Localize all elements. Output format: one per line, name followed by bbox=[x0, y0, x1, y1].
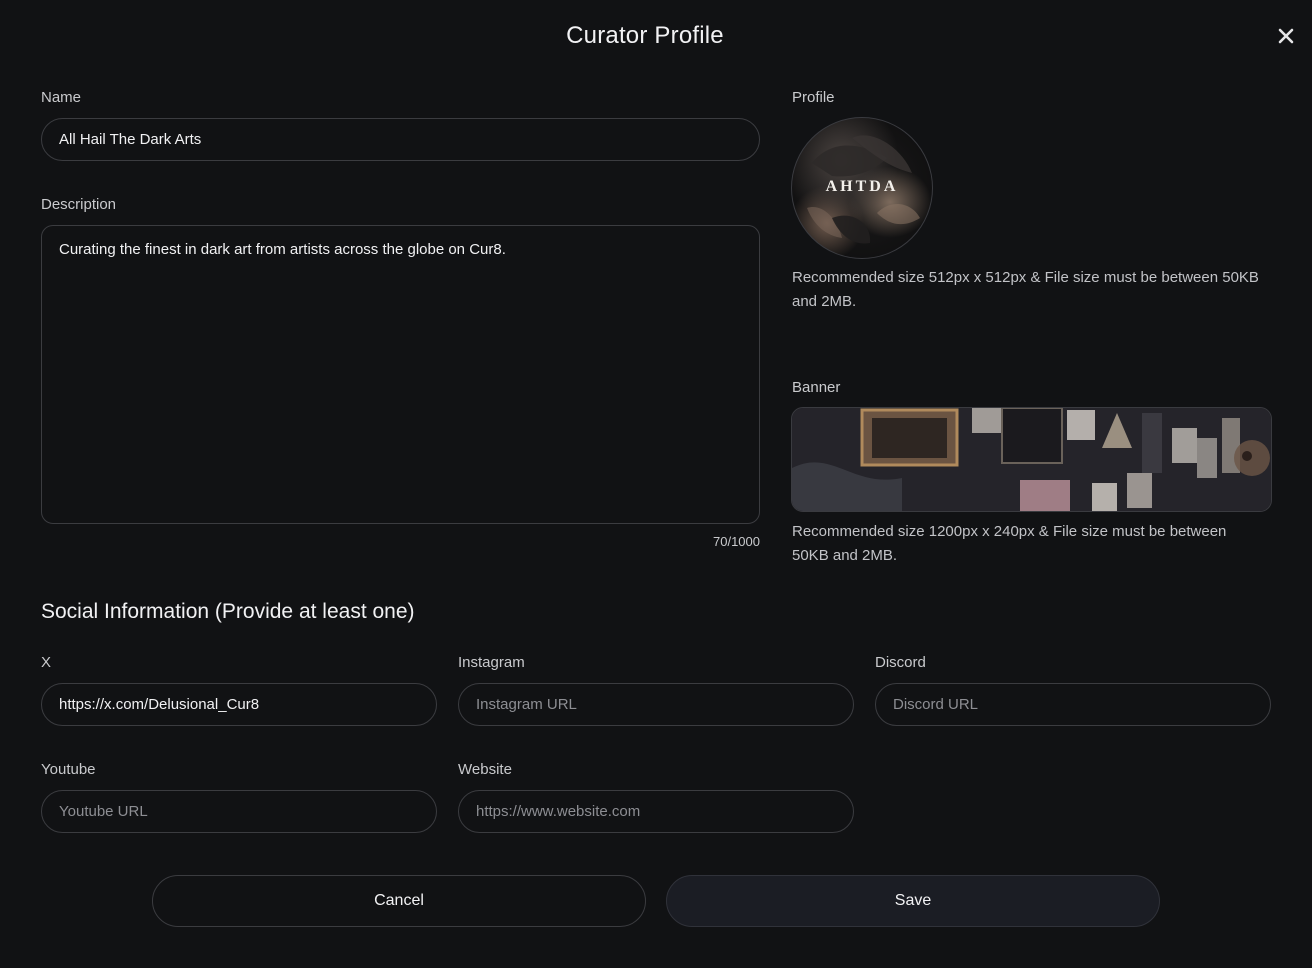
modal-title: Curator Profile bbox=[566, 22, 724, 49]
x-label: X bbox=[41, 654, 52, 671]
profile-label: Profile bbox=[792, 89, 835, 106]
name-input[interactable] bbox=[41, 118, 760, 161]
youtube-url-input[interactable] bbox=[41, 790, 437, 833]
profile-avatar-upload[interactable]: AHTDA bbox=[791, 117, 933, 259]
name-label: Name bbox=[41, 89, 82, 106]
instagram-url-input[interactable] bbox=[458, 683, 854, 726]
instagram-label: Instagram bbox=[458, 654, 525, 671]
social-section-title: Social Information (Provide at least one… bbox=[41, 600, 415, 623]
banner-artwork bbox=[792, 408, 1271, 511]
banner-hint: Recommended size 1200px x 240px & File s… bbox=[792, 523, 1227, 564]
curator-profile-modal: Curator Profile Name Description Curatin… bbox=[0, 0, 1312, 968]
discord-label: Discord bbox=[875, 654, 926, 671]
profile-hint: Recommended size 512px x 512px & File si… bbox=[792, 269, 1259, 310]
banner-label: Banner bbox=[792, 379, 841, 396]
website-url-input[interactable] bbox=[458, 790, 854, 833]
youtube-label: Youtube bbox=[41, 761, 96, 778]
description-label: Description bbox=[41, 196, 117, 213]
cancel-button[interactable]: Cancel bbox=[152, 875, 646, 927]
close-icon[interactable] bbox=[1274, 24, 1298, 48]
description-char-counter: 70/1000 bbox=[713, 534, 760, 549]
website-label: Website bbox=[458, 761, 512, 778]
x-url-input[interactable] bbox=[41, 683, 437, 726]
avatar-logo-text: AHTDA bbox=[825, 178, 899, 195]
description-textarea[interactable]: Curating the finest in dark art from art… bbox=[41, 225, 760, 524]
discord-url-input[interactable] bbox=[875, 683, 1271, 726]
save-button[interactable]: Save bbox=[666, 875, 1160, 927]
banner-image-upload[interactable] bbox=[791, 407, 1272, 512]
